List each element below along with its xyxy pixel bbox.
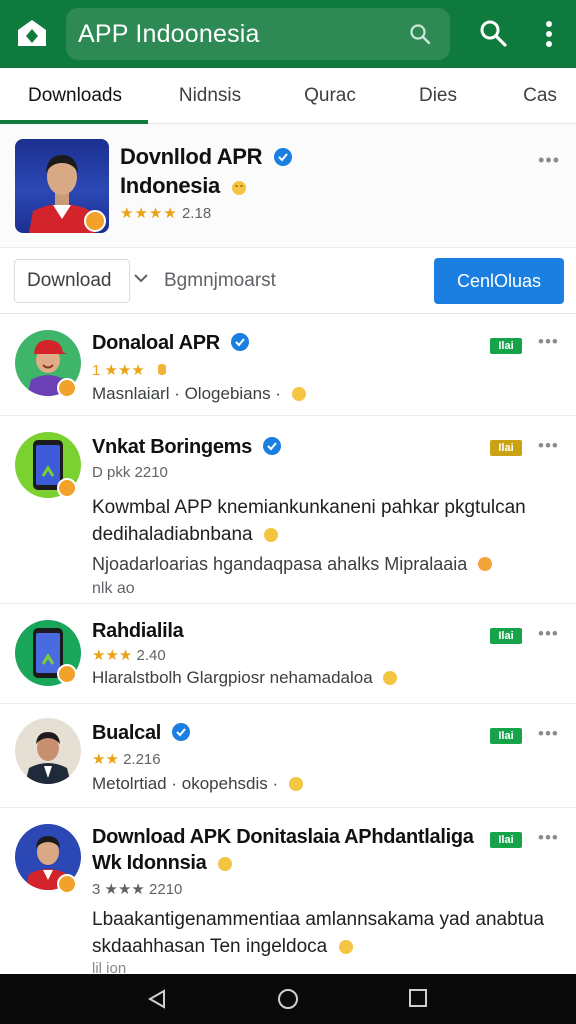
app-avatar [15,718,81,784]
tab-dies[interactable]: Dies [380,68,496,124]
item-tag: Ilai [490,628,522,644]
tab-bar: Downloads Nidnsis Qurac Dies Cas [0,68,576,124]
rating-value: 2.18 [181,205,212,222]
hands-emoji-icon [291,387,306,401]
list-item[interactable]: Rahdialila ★★★ 2.40 Hlaralstbolh Glargpi… [0,606,576,704]
item-meta-text: Masnlaiarl · Ologebians · [92,384,281,403]
item-meta-extra: nlk ao [92,580,135,597]
more-vert-icon[interactable] [538,18,560,50]
verified-icon [172,723,191,741]
featured-app-title[interactable]: Dovnllod APR Indonesia [120,142,480,200]
item-rating: ★★ 2.216 [92,750,161,768]
item-rating: D pkk 2210 [92,464,168,481]
item-title[interactable]: Bualcal [92,722,191,745]
badge-icon [57,378,77,398]
verified-icon [263,437,282,455]
hand-emoji-icon [158,364,167,375]
featured-app-image [15,139,109,233]
item-title[interactable]: Download APK Donitaslaia APhdantlaliga [92,826,474,849]
home-icon[interactable] [276,987,300,1011]
item-more-button[interactable]: ••• [538,828,559,848]
item-desc-text: Kowmbal APP knemiankunkaneni pahkar pkgt… [92,497,526,545]
store-logo-icon[interactable] [14,16,50,52]
chevron-down-icon[interactable] [133,272,149,284]
list-item[interactable]: Donaloal APR 1 ★★★ Masnlaiarl · Ologebia… [0,316,576,416]
list-item[interactable]: Vnkat Boringems D pkk 2210 Kowmbal APP k… [0,418,576,604]
badge-icon [57,664,77,684]
item-more-button[interactable]: ••• [538,436,559,456]
item-meta: Metolrtiad · okopehsdis · [92,774,305,794]
rating-stars: ★★★★ [120,205,178,222]
hands-emoji-icon [383,671,398,685]
item-desc-text: Lbaakantigenammentiaa amlannsakama yad a… [92,909,545,930]
search-box[interactable]: APP Indoonesia [66,8,450,60]
item-title-text: Wk Idonnsia [92,852,207,874]
tab-nidnsis[interactable]: Nidnsis [150,68,270,124]
action-label: Bgmnjmoarst [164,270,276,291]
item-desc-text-2: skdaahhasan Ten ingeldoca [92,936,328,957]
system-nav-bar [0,974,576,1024]
verified-icon [274,148,293,166]
tab-qurac[interactable]: Qurac [270,68,390,124]
featured-rating: ★★★★ 2.18 [120,204,211,222]
item-meta: Njoadarloarias hgandaqpasa ahalks Mipral… [92,554,494,575]
item-meta-text: Metolrtiad · okopehsdis · [92,774,279,793]
list-item[interactable]: Bualcal ★★ 2.216 Metolrtiad · okopehsdis… [0,706,576,808]
item-meta: Hlaralstbolh Glargpiosr nehamadaloa [92,668,399,688]
list-item[interactable]: Download APK Donitaslaia APhdantlaliga W… [0,810,576,977]
item-title[interactable]: Rahdialila [92,620,184,643]
featured-title-line1: Dovnllod APR [120,144,263,169]
featured-app-card[interactable]: Dovnllod APR Indonesia ★★★★ 2.18 ••• [0,124,576,248]
featured-title-line2: Indonesia [120,173,220,198]
hands-emoji-icon [288,777,303,791]
item-tag: Ilai [490,832,522,848]
rating-stars: ★★★ [92,647,133,664]
item-tag: Ilai [490,440,522,456]
item-more-button[interactable]: ••• [538,624,559,644]
hands-emoji-icon [338,940,353,954]
app-bar: APP Indoonesia [0,0,576,68]
recents-icon[interactable] [408,988,428,1008]
item-more-button[interactable]: ••• [538,332,559,352]
hands-emoji-icon [263,528,278,542]
featured-more-button[interactable]: ••• [538,150,560,171]
item-tag: Ilai [490,728,522,744]
item-more-button[interactable]: ••• [538,724,559,744]
item-description: Lbaakantigenammentiaa amlannsakama yad a… [92,906,552,960]
rating-stars: 1 ★★★ [92,362,145,379]
verified-icon [231,333,250,351]
action-row: Download Bgmnjmoarst CenlOluas [0,250,576,314]
rating-value: 2.40 [136,647,166,664]
item-title-text: Vnkat Boringems [92,436,252,458]
tab-downloads[interactable]: Downloads [0,68,150,124]
search-icon[interactable] [478,18,508,48]
face-emoji-icon [478,557,493,571]
hands-emoji-icon [217,857,232,871]
item-rating: 3 ★★★ 2210 [92,881,183,898]
item-meta: Masnlaiarl · Ologebians · [92,384,308,404]
download-select[interactable]: Download [14,259,130,303]
badge-icon [57,874,77,894]
tab-cas[interactable]: Cas [500,68,576,124]
rating-value: 2.216 [123,751,161,768]
item-meta-text: Hlaralstbolh Glargpiosr nehamadaloa [92,668,373,687]
item-meta-text: Njoadarloarias hgandaqpasa ahalks Mipral… [92,554,468,574]
item-description: Kowmbal APP knemiankunkaneni pahkar pkgt… [92,494,552,548]
search-query[interactable]: APP Indoonesia [78,20,260,49]
badge-icon [57,478,77,498]
back-icon[interactable] [146,988,168,1010]
item-rating: ★★★ 2.40 [92,646,166,664]
item-title-text: Bualcal [92,722,162,744]
primary-action-button[interactable]: CenlOluas [434,258,564,304]
rating-stars: ★★ [92,751,119,768]
item-title[interactable]: Vnkat Boringems [92,436,282,459]
search-field-icon[interactable] [408,22,432,46]
item-title-text: Donaloal APR [92,332,220,354]
item-title-line2[interactable]: Wk Idonnsia [92,852,234,875]
item-rating: 1 ★★★ [92,360,171,379]
hands-emoji-icon [231,181,246,195]
item-tag: Ilai [490,338,522,354]
item-title[interactable]: Donaloal APR [92,332,250,355]
